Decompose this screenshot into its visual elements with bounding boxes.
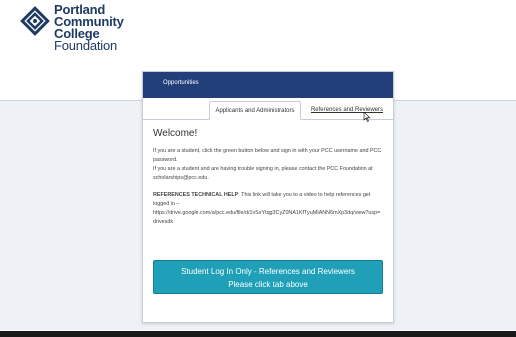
- logo-wordmark: Portland Community College Foundation: [54, 3, 124, 53]
- login-card: Opportunities Applicants and Administrat…: [142, 71, 394, 323]
- tab-references-reviewers[interactable]: References and Reviewers: [305, 101, 389, 120]
- pcc-foundation-logo[interactable]: Portland Community College Foundation: [18, 3, 168, 54]
- welcome-heading: Welcome!: [153, 128, 198, 139]
- technical-help-paragraph: REFERENCES TECHNICAL HELP: This link wil…: [153, 191, 383, 209]
- bottom-bar: [0, 331, 516, 337]
- tab-bar: Applicants and Administrators References…: [143, 98, 393, 122]
- login-button-line-2: Please click tab above: [228, 280, 308, 289]
- tab-applicants-administrators[interactable]: Applicants and Administrators: [209, 101, 301, 120]
- student-instructions: If you are a student, click the green bu…: [153, 148, 382, 163]
- pcc-spiral-logo-icon: [20, 6, 50, 36]
- technical-help-title: REFERENCES TECHNICAL HELP: [153, 192, 239, 198]
- nav-opportunities-link[interactable]: Opportunities: [163, 80, 199, 86]
- technical-help-link[interactable]: https://drive.google.com/a/pcc.edu/file/…: [153, 209, 383, 227]
- student-login-button[interactable]: Student Log In Only - References and Rev…: [153, 260, 383, 294]
- logo-line-4: Foundation: [54, 38, 118, 53]
- mouse-pointer-icon: [363, 112, 371, 122]
- card-content: Welcome! If you are a student, click the…: [143, 120, 393, 227]
- login-button-line-1: Student Log In Only - References and Rev…: [181, 267, 355, 276]
- card-header: Opportunities: [143, 72, 393, 98]
- trouble-contact-text: If you are a student and are having trou…: [153, 166, 373, 181]
